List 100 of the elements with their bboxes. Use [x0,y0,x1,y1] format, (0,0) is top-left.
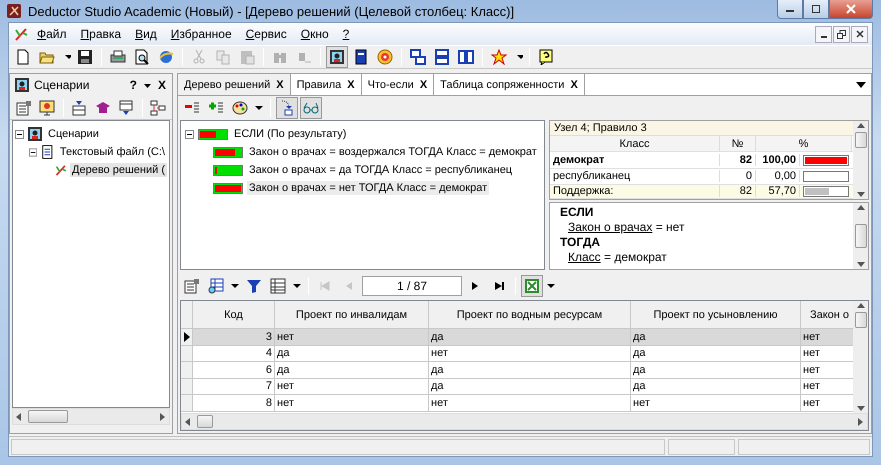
tab-close-button[interactable]: X [347,78,355,90]
rule-conclusion: Класс = демократ [567,250,668,265]
tab[interactable]: Что-если X [362,74,434,95]
class-ratio-bar [213,146,243,158]
tree-item[interactable]: Текстовый файл (C:\ [58,145,167,159]
filter-icon [246,278,262,294]
close-icon [845,4,857,14]
tree-item[interactable]: Дерево решений ( [70,163,167,177]
table-cell: Поддержка: [550,185,720,198]
scrollbar-thumb[interactable] [854,132,866,148]
table-cell: нет [631,395,801,412]
table-icon [270,278,286,294]
tree-item[interactable]: Закон о врачах = нет ТОГДА Класс = демократ [247,181,490,195]
scrollbar[interactable] [12,408,170,425]
status-panel [668,439,735,455]
document-icon [40,144,55,160]
rule-condition: Закон о врачах = нет [567,220,686,235]
help-icon [538,49,554,65]
spreadsheet-icon [524,278,540,294]
close-button[interactable] [851,26,868,42]
scroll-down-icon [856,406,864,411]
tab-close-button[interactable]: X [420,78,428,90]
scroll-up-icon [856,205,864,210]
scroll-right-icon [160,412,166,420]
scrollbar-thumb[interactable] [854,312,866,328]
menu-item[interactable]: ? [336,25,356,43]
current-row-icon [184,332,190,342]
tab-close-button[interactable]: X [570,78,578,90]
chart-board-icon [38,100,55,116]
class-ratio-bar [198,128,228,140]
tree-item[interactable]: Закон о врачах = да ТОГДА Класс = республиканец [247,163,514,177]
new-document-icon [15,49,31,65]
table-row[interactable]: Код Проект по инвалидам Проект по водным ресурсам Проект по усыновлению Закон о [181,301,853,329]
rule-keyword: ТОГДА [560,235,602,250]
menu-item[interactable]: Избранное [164,25,238,43]
table-row[interactable]: 6 да да да нет [181,362,853,378]
arrow-to-box-icon [279,100,295,116]
tree-item[interactable]: ЕСЛИ (По результату) [232,127,348,141]
column-header: № [720,136,756,152]
dropdown-arrow-icon [856,82,866,88]
scrollbar[interactable] [181,413,868,430]
book-icon [353,49,369,65]
panel-title: Сценарии [34,78,90,92]
table-row[interactable]: 8 нет нет нет нет [181,395,853,412]
restore-button[interactable] [833,26,850,42]
clipboard-icon [239,49,255,65]
toolbar-button[interactable] [407,46,429,68]
table-cell: 0,00 [756,170,800,182]
portrait-icon [14,77,30,93]
properties-icon [184,278,200,294]
scrollbar[interactable] [853,203,868,269]
close-button[interactable]: X [156,78,168,92]
cascade-windows-icon [410,49,426,65]
page-field[interactable]: 1 / 87 [362,276,462,296]
table-row[interactable]: 7 нет да да нет [181,378,853,395]
toolbar-button[interactable] [276,97,298,119]
app-icon [6,3,22,19]
printer-icon [110,49,126,65]
tab[interactable]: Правила X [290,74,362,95]
table-row[interactable]: 3 нет да да нет [181,329,853,346]
tab[interactable]: Дерево решений X [178,74,291,95]
menu-item[interactable]: Вид [129,25,163,43]
scroll-down-icon [856,262,864,267]
flowchart-icon [150,100,166,116]
scrollbar-thumb[interactable] [28,410,68,423]
menu-item[interactable]: Сервис [240,25,293,43]
toolbar-button[interactable] [326,46,348,68]
copy-icon [215,49,231,65]
menu-item[interactable]: Окно [294,25,335,43]
globe-icon [158,49,174,65]
table-cell: 82 [720,185,756,198]
scrollbar[interactable] [853,301,868,413]
row-header[interactable] [181,329,193,346]
maximize-icon [811,4,821,14]
rule-keyword: ЕСЛИ [560,205,594,220]
scrollbar[interactable] [853,121,868,199]
scrollbar-thumb[interactable] [197,415,213,428]
minimize-button[interactable] [815,26,832,42]
portrait-icon [27,126,43,142]
star-icon [491,49,507,65]
table-cell: 8 [193,395,275,412]
column-header: % [756,136,852,152]
tree-item[interactable]: Сценарии [46,127,101,141]
maximize-button[interactable] [803,0,829,19]
help-button[interactable]: ? [128,78,139,92]
table-row[interactable]: 4 да нет да нет [181,346,853,362]
menu-item[interactable]: Файл [31,25,73,43]
column-header: Закон о [801,301,853,329]
table-cell: демократ [550,154,720,166]
table-cell: республиканец [550,170,720,182]
tree-item[interactable]: Закон о врачах = воздержался ТОГДА Класс = демократ [247,145,539,159]
scrollbar-thumb[interactable] [854,224,866,248]
minimize-button[interactable] [777,0,803,19]
menu-item[interactable]: Правка [74,25,128,43]
graduation-cap-icon [94,100,111,116]
column-header: Проект по усыновлению [631,301,801,329]
table-cell: 0 [720,170,756,182]
table-cell: нет [275,395,429,412]
scroll-left-icon [16,412,22,420]
tab-close-button[interactable]: X [276,78,284,90]
